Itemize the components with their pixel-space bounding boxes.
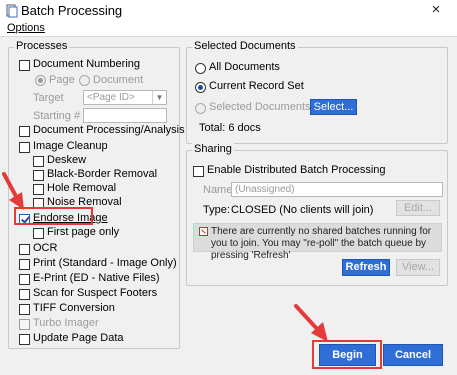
print-label: Print (Standard - Image Only) [33,257,177,269]
turbo-imager-checkbox[interactable] [19,319,30,330]
menu-options[interactable]: Options [7,22,45,34]
page-radio[interactable] [35,75,46,86]
tiff-conversion-label: TIFF Conversion [33,302,115,314]
black-border-removal-label: Black-Border Removal [47,168,158,180]
document-numbering-checkbox[interactable] [19,60,30,71]
document-processing-label: Document Processing/Analysis [33,124,185,136]
warning-icon [199,227,208,236]
type-value: CLOSED (No clients will join) [231,204,374,216]
select-button[interactable]: Select... [310,99,357,115]
eprint-checkbox[interactable] [19,274,30,285]
all-documents-radio[interactable] [195,63,206,74]
selected-documents-label: Selected Documents [209,101,311,113]
ocr-checkbox[interactable] [19,244,30,255]
starting-number-input[interactable] [83,108,167,123]
name-input[interactable]: (Unassigned) [231,182,443,197]
hole-removal-checkbox[interactable] [33,184,44,195]
first-page-only-checkbox[interactable] [33,228,44,239]
enable-distributed-checkbox[interactable] [193,166,204,177]
menu-divider [0,36,457,37]
sharing-group: Sharing Enable Distributed Batch Process… [186,143,448,286]
hole-removal-label: Hole Removal [47,182,117,194]
ocr-label: OCR [33,242,58,254]
page-radio-label: Page [49,74,75,86]
sharing-legend: Sharing [192,143,234,155]
selected-documents-legend: Selected Documents [192,40,298,52]
current-record-set-label: Current Record Set [209,80,304,92]
print-checkbox[interactable] [19,259,30,270]
starting-number-label: Starting # [33,110,81,122]
type-label: Type: [203,204,230,216]
all-documents-label: All Documents [209,61,280,73]
eprint-label: E-Print (ED - Native Files) [33,272,160,284]
scan-suspect-footers-label: Scan for Suspect Footers [33,287,158,299]
name-placeholder: (Unassigned) [235,184,295,195]
current-record-set-radio[interactable] [195,82,206,93]
refresh-button[interactable]: Refresh [342,259,390,276]
document-numbering-label: Document Numbering [33,58,140,70]
cancel-button[interactable]: Cancel [383,344,443,366]
selected-documents-radio[interactable] [195,103,206,114]
document-radio[interactable] [79,75,90,86]
black-border-removal-checkbox[interactable] [33,170,44,181]
image-cleanup-checkbox[interactable] [19,142,30,153]
selected-documents-group: Selected Documents All Documents Current… [186,40,448,144]
total-docs-text: Total: 6 docs [199,122,261,134]
processes-group: Processes Document Numbering Page Docume… [8,40,185,349]
title-bar: Batch Processing × [0,0,457,22]
first-page-only-label: First page only [47,226,120,238]
target-select[interactable]: <Page ID> ▼ [83,90,167,105]
view-button[interactable]: View... [396,259,440,276]
document-radio-label: Document [93,74,144,86]
document-processing-checkbox[interactable] [19,126,30,137]
target-label: Target [33,92,64,104]
red-annotation-arrow-icon [2,172,24,210]
chevron-down-icon: ▼ [152,91,166,104]
processes-legend: Processes [14,40,70,52]
menu-bar: Options [0,22,457,36]
turbo-imager-label: Turbo Imager [33,317,99,329]
target-select-value: <Page ID> [87,92,135,103]
sharing-message: There are currently no shared batches ru… [193,223,442,261]
image-cleanup-label: Image Cleanup [33,140,108,152]
window-title: Batch Processing [21,3,123,18]
close-icon[interactable]: × [428,2,444,18]
edit-button[interactable]: Edit... [396,200,440,216]
deskew-checkbox[interactable] [33,156,44,167]
deskew-label: Deskew [47,154,87,166]
scan-suspect-footers-checkbox[interactable] [19,289,30,300]
update-page-data-checkbox[interactable] [19,334,30,345]
red-annotation-arrow-icon [294,304,328,342]
tiff-conversion-checkbox[interactable] [19,304,30,315]
sharing-message-text: There are currently no shared batches ru… [211,226,432,261]
enable-distributed-label: Enable Distributed Batch Processing [207,164,386,176]
document-icon [6,4,18,18]
update-page-data-label: Update Page Data [33,332,124,344]
